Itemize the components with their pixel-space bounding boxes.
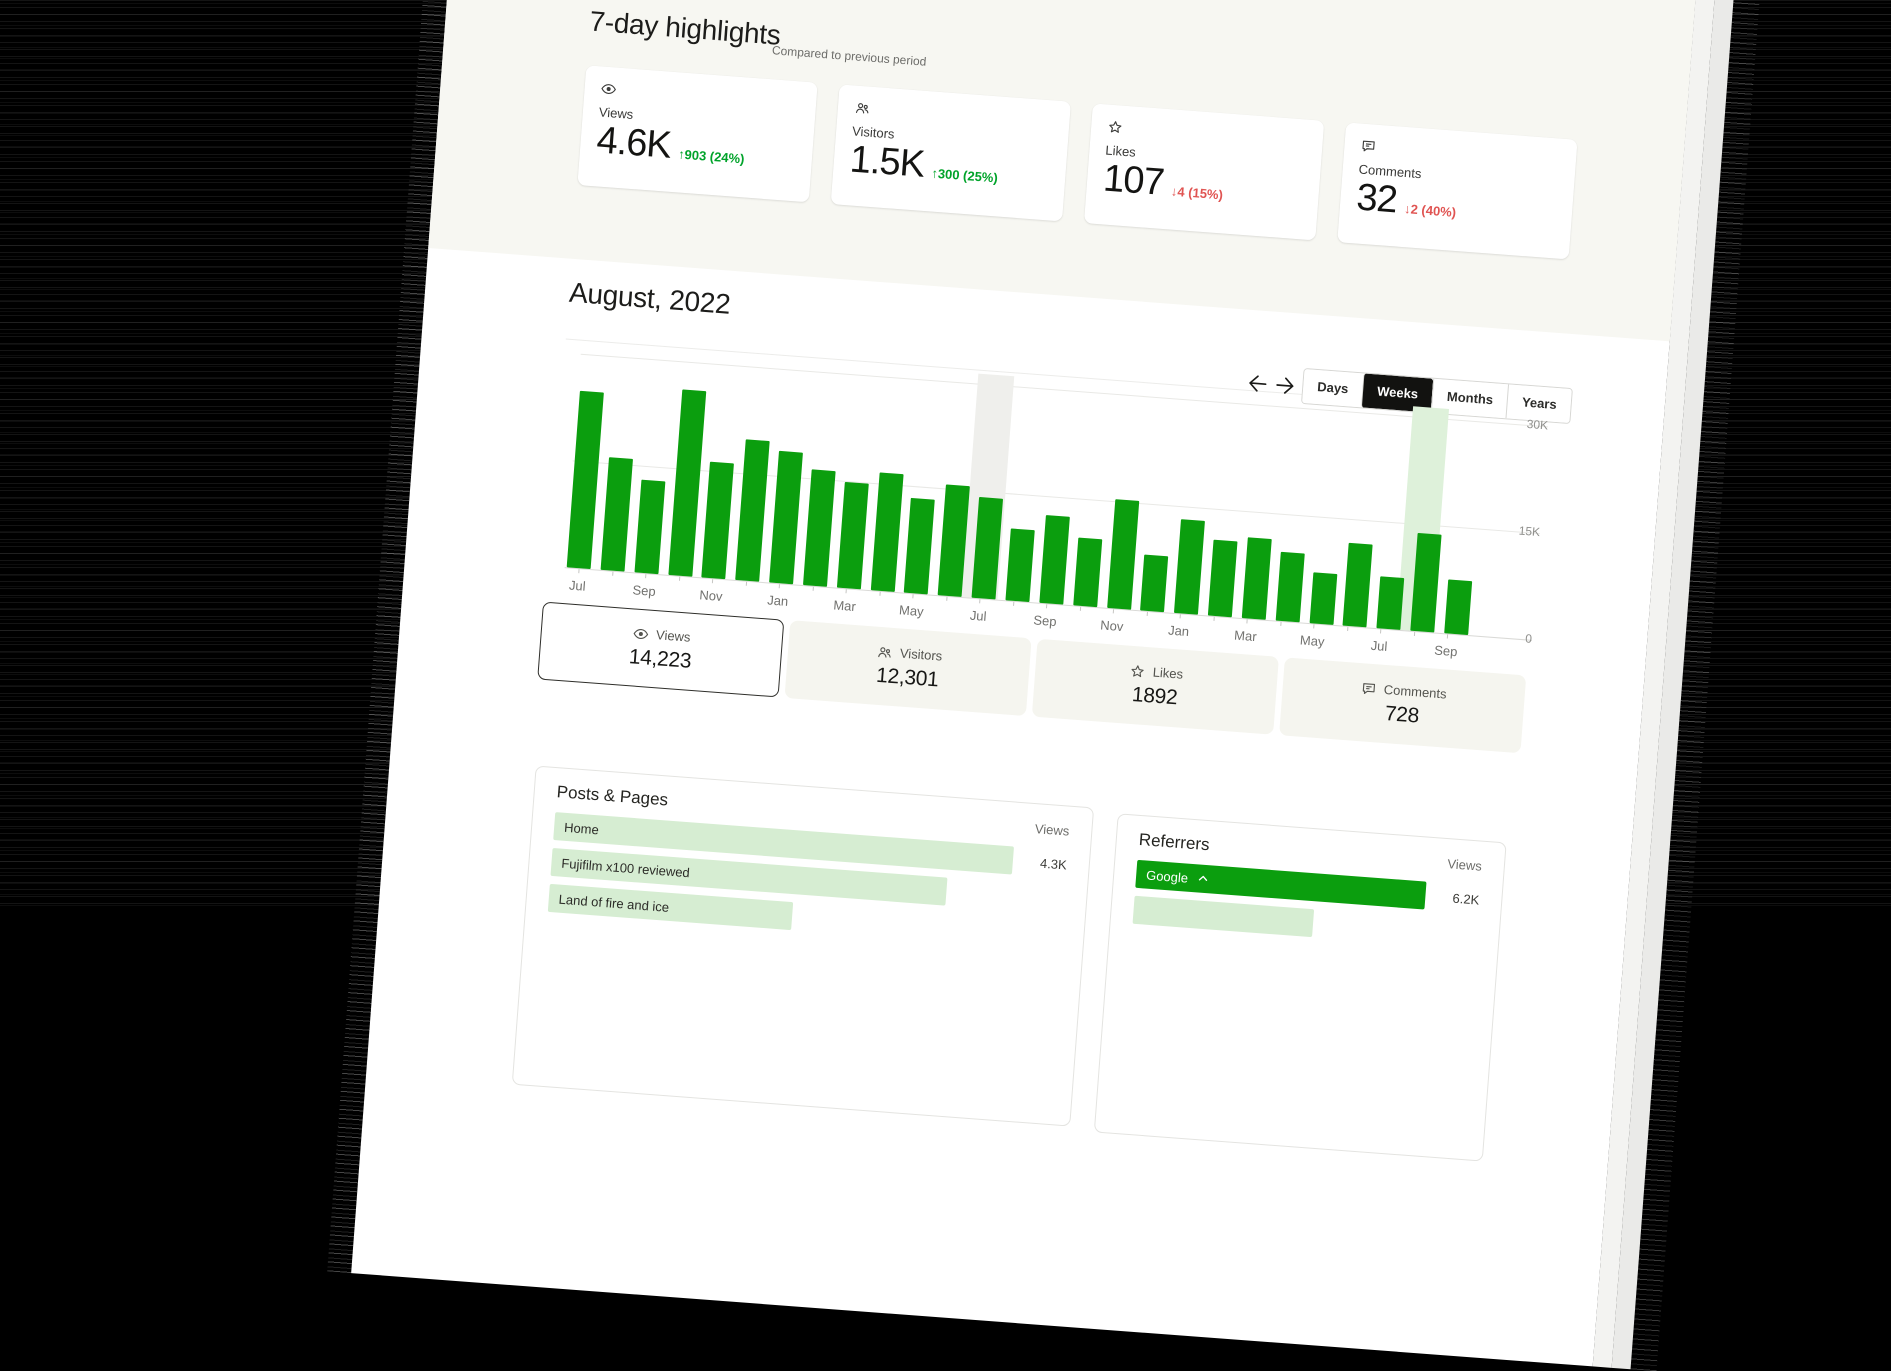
post-label: Home <box>564 819 600 837</box>
post-label: Fujifilm x100 reviewed <box>561 855 690 880</box>
chart-bar[interactable] <box>938 484 970 596</box>
chart-bar[interactable] <box>1073 538 1102 608</box>
highlight-card-comments[interactable]: Comments32↓2 (40%) <box>1337 122 1577 259</box>
chevron-up-icon <box>1196 871 1211 886</box>
highlight-card-delta: ↓4 (15%) <box>1170 184 1223 203</box>
chart-bar[interactable] <box>1343 543 1373 628</box>
chart-bar[interactable] <box>634 480 665 575</box>
x-axis-label: May <box>889 602 934 620</box>
chart-bar[interactable] <box>1208 540 1238 618</box>
referrers-views-header: Views <box>1447 856 1482 874</box>
referrer-value: 6.2K <box>1425 888 1480 907</box>
totals-tab-value: 1892 <box>1131 683 1178 710</box>
totals-tab-labelrow: Views <box>633 625 691 644</box>
referrers-card: Referrers Views Google 6.2K <box>1094 813 1507 1161</box>
totals-tab-value: 14,223 <box>628 645 692 674</box>
totals-tab-value: 12,301 <box>875 664 939 693</box>
totals-tab-label: Likes <box>1152 665 1183 682</box>
highlight-card-value: 107 <box>1102 159 1165 203</box>
highlight-card-views[interactable]: Views4.6K↑903 (24%) <box>577 65 817 202</box>
referrer-bar <box>1133 896 1314 937</box>
chart-bar[interactable] <box>870 472 903 591</box>
comment-icon <box>1360 680 1377 696</box>
chart-bar[interactable] <box>1174 519 1205 615</box>
posts-views-header: Views <box>1034 821 1069 839</box>
highlight-card-delta: ↑300 (25%) <box>931 166 998 186</box>
chart-bar[interactable] <box>1107 499 1139 609</box>
x-axis-label: Jan <box>1156 622 1201 640</box>
chart-bar[interactable] <box>1410 533 1441 633</box>
totals-tab-labelrow: Visitors <box>875 644 942 664</box>
totals-tab-value: 728 <box>1384 702 1420 728</box>
x-axis-label: May <box>1290 632 1335 650</box>
chart-bar[interactable] <box>1309 572 1337 625</box>
referrer-label: Google <box>1146 867 1189 885</box>
star-icon <box>1129 663 1146 679</box>
x-axis-label: Sep <box>1423 642 1468 660</box>
totals-tab-labelrow: Comments <box>1360 680 1447 701</box>
post-value: 4.3K <box>1012 853 1067 872</box>
chart-bar[interactable] <box>1039 515 1070 605</box>
chart-bar[interactable] <box>1242 537 1272 620</box>
highlight-card-delta: ↓2 (40%) <box>1404 201 1457 220</box>
period-tab-days[interactable]: Days <box>1302 369 1363 407</box>
totals-tab-label: Views <box>656 627 691 645</box>
x-axis-label: Jan <box>755 592 800 610</box>
totals-tab-label: Comments <box>1383 682 1447 702</box>
arrow-left-icon[interactable] <box>1246 372 1270 396</box>
highlight-card-value: 1.5K <box>848 140 925 185</box>
x-axis-label: Mar <box>822 597 867 615</box>
chart-bar[interactable] <box>735 439 770 581</box>
chart-bar[interactable] <box>972 497 1004 600</box>
post-value <box>1008 932 1062 936</box>
chart-bar[interactable] <box>600 457 632 571</box>
chart-bar[interactable] <box>1444 579 1472 635</box>
chart-bar[interactable] <box>803 469 836 586</box>
chart-bar[interactable] <box>668 389 706 576</box>
chart-bar[interactable] <box>904 498 935 595</box>
highlight-card-visitors[interactable]: Visitors1.5K↑300 (25%) <box>831 84 1071 221</box>
referrer-value <box>1423 931 1477 935</box>
x-axis-label: Sep <box>1023 612 1068 630</box>
highlight-card-delta: ↑903 (24%) <box>678 146 745 166</box>
x-axis-label: Jul <box>956 607 1001 625</box>
x-axis-label: Jul <box>555 576 600 594</box>
chart-bar[interactable] <box>702 462 735 579</box>
referrers-title: Referrers <box>1138 830 1210 855</box>
referrers-list: Google 6.2K <box>1133 860 1481 950</box>
x-axis-label: Jul <box>1357 637 1402 655</box>
people-icon <box>875 644 893 660</box>
x-axis-label: Nov <box>688 587 733 605</box>
chart-bar[interactable] <box>769 451 803 584</box>
highlight-card-value: 32 <box>1355 178 1398 221</box>
highlight-card-likes[interactable]: Likes107↓4 (15%) <box>1084 103 1324 240</box>
post-value <box>1010 896 1064 900</box>
totals-tab-labelrow: Likes <box>1129 663 1183 682</box>
x-axis-label: Sep <box>622 581 667 599</box>
chart-bar[interactable] <box>1005 528 1034 602</box>
chart-bar[interactable] <box>1377 576 1405 630</box>
highlight-card-value: 4.6K <box>595 121 672 166</box>
posts-pages-card: Posts & Pages Views Home 4.3K Fujifilm x10… <box>512 765 1094 1126</box>
chart-bar[interactable] <box>837 482 869 590</box>
chart-bar[interactable] <box>1275 552 1304 623</box>
totals-tab-label: Visitors <box>899 646 942 664</box>
arrow-right-icon[interactable] <box>1274 374 1298 398</box>
post-label: Land of fire and ice <box>558 891 669 914</box>
posts-pages-title: Posts & Pages <box>556 782 669 810</box>
x-axis-label: Mar <box>1223 627 1268 645</box>
chart-bar[interactable] <box>1140 555 1168 613</box>
x-axis-label: Nov <box>1089 617 1134 635</box>
eye-icon <box>633 625 650 641</box>
